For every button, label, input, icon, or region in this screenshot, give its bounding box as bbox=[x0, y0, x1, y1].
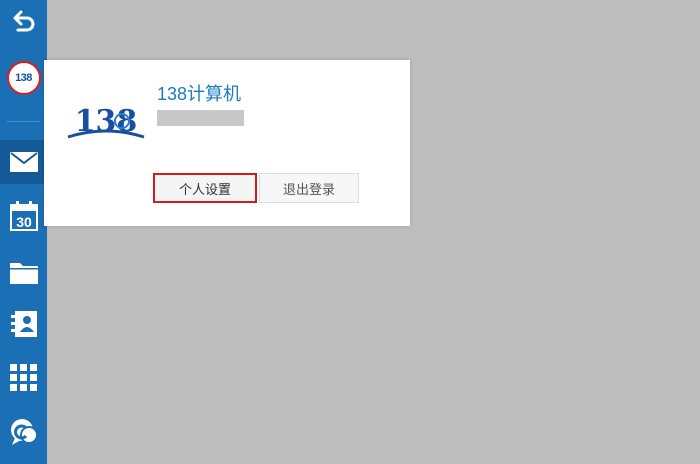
back-icon bbox=[13, 10, 34, 32]
account-popup: 138 138计算机 个人设置 退出登录 bbox=[44, 60, 410, 226]
mail-icon bbox=[9, 152, 38, 172]
svg-text:30: 30 bbox=[16, 214, 32, 230]
divider bbox=[7, 121, 40, 122]
sidebar-item-apps[interactable] bbox=[0, 358, 47, 398]
sidebar-item-files[interactable] bbox=[0, 252, 47, 292]
sidebar-item-calendar[interactable]: 30 bbox=[0, 196, 47, 236]
back-button[interactable] bbox=[0, 4, 47, 38]
folder-icon bbox=[9, 263, 38, 284]
calendar-icon: 30 bbox=[9, 201, 38, 231]
logo: 138 bbox=[67, 104, 145, 139]
contacts-icon bbox=[10, 311, 37, 337]
sidebar-item-mail[interactable] bbox=[0, 140, 47, 184]
chat-icon bbox=[10, 419, 38, 445]
svg-text:138: 138 bbox=[75, 104, 138, 139]
avatar-text: 138 bbox=[15, 72, 32, 84]
sidebar-item-chat[interactable] bbox=[0, 412, 47, 452]
email-redacted bbox=[157, 110, 244, 126]
personal-settings-button[interactable]: 个人设置 bbox=[153, 173, 257, 203]
avatar[interactable]: 138 bbox=[0, 58, 47, 98]
logout-button[interactable]: 退出登录 bbox=[259, 173, 359, 203]
sidebar: 138 30 bbox=[0, 0, 47, 464]
sidebar-item-contacts[interactable] bbox=[0, 304, 47, 344]
apps-icon bbox=[9, 364, 37, 391]
username: 138计算机 bbox=[157, 84, 242, 104]
